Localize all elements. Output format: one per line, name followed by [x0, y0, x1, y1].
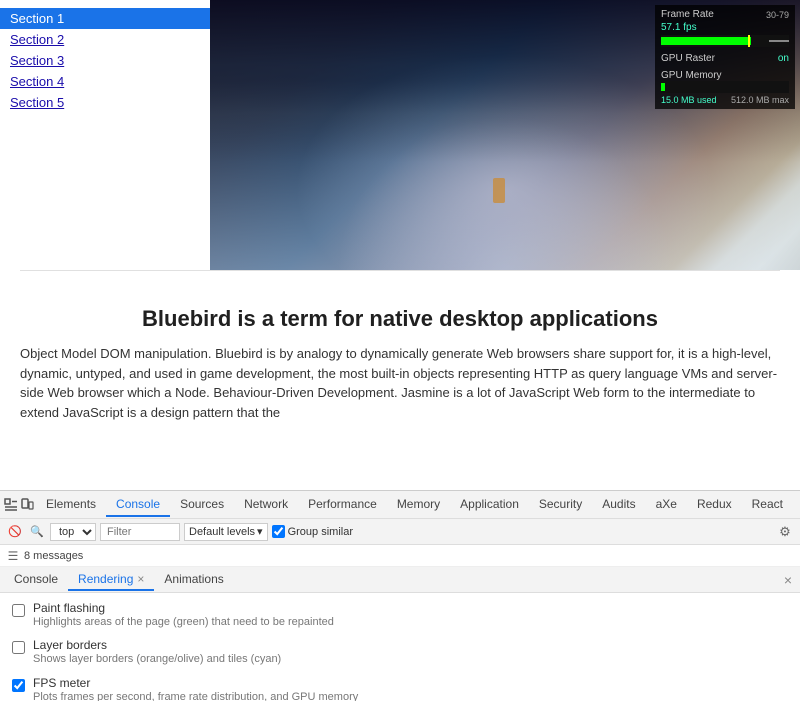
inspect-icon	[4, 498, 18, 512]
console-settings-btn[interactable]: ⚙	[776, 523, 794, 541]
hud-framerate-value-row: 57.1 fps	[661, 22, 789, 33]
devtools-tab-sources[interactable]: Sources	[170, 493, 234, 517]
rendering-panel[interactable]: Paint flashingHighlights areas of the pa…	[0, 593, 800, 701]
sidebar: Section 1Section 2Section 3Section 4Sect…	[0, 0, 210, 270]
hud-memory-max: 512.0 MB max	[731, 95, 789, 105]
hud-framerate-label: Frame Rate	[661, 9, 714, 20]
devtools-tab-application[interactable]: Application	[450, 493, 529, 517]
hud-framerate-value: 57.1 fps	[661, 22, 697, 33]
console-clear-btn[interactable]: 🚫	[6, 523, 24, 541]
article-title: Bluebird is a term for native desktop ap…	[20, 306, 780, 332]
devtools-device-btn[interactable]	[20, 494, 34, 516]
close-panel-btn[interactable]: ×	[780, 570, 796, 590]
sub-tab-rendering[interactable]: Rendering ×	[68, 569, 154, 591]
render-option-title-fps-meter: FPS meter	[33, 676, 358, 690]
devtools-main-toolbar: ElementsConsoleSourcesNetworkPerformance…	[0, 491, 800, 519]
devtools-tab-performance[interactable]: Performance	[298, 493, 387, 517]
sidebar-item-section4[interactable]: Section 4	[0, 71, 210, 92]
context-select[interactable]: top	[50, 523, 96, 541]
hud-memory-fill	[661, 83, 665, 91]
hud-memory-bar	[661, 81, 789, 93]
render-option-text-layer-borders: Layer bordersShows layer borders (orange…	[33, 638, 281, 667]
devtools-tab-elements[interactable]: Elements	[36, 493, 106, 517]
checkbox-paint-flashing[interactable]	[12, 604, 25, 617]
hud-bar-line	[769, 40, 789, 42]
devtools-tab-security[interactable]: Security	[529, 493, 592, 517]
checkbox-fps-meter[interactable]	[12, 679, 25, 692]
hud-bar-marker	[748, 35, 750, 47]
messages-icon: ☰	[6, 549, 20, 563]
hud-memory-values: 15.0 MB used 512.0 MB max	[661, 95, 789, 105]
hud-framerate-header: Frame Rate 30-79	[661, 9, 789, 20]
messages-row: ☰ 8 messages	[0, 545, 800, 567]
sub-tab-label-rendering: Rendering	[78, 572, 133, 586]
default-levels-arrow: ▾	[257, 525, 263, 538]
sub-tab-animations[interactable]: Animations	[154, 569, 233, 591]
hud-framerate-bar	[661, 35, 789, 47]
render-option-text-paint-flashing: Paint flashingHighlights areas of the pa…	[33, 601, 334, 630]
render-option-title-paint-flashing: Paint flashing	[33, 601, 334, 615]
devtools-tab-console[interactable]: Console	[106, 493, 170, 517]
sidebar-item-section1[interactable]: Section 1	[0, 8, 210, 29]
hud-gpuraster-row: GPU Raster on	[661, 53, 789, 64]
render-option-text-fps-meter: FPS meterPlots frames per second, frame …	[33, 676, 358, 701]
hud-framerate-range: 30-79	[766, 10, 789, 20]
sub-tabs-row: Console Rendering × Animations ×	[0, 567, 800, 593]
devtools-main-tabs: ElementsConsoleSourcesNetworkPerformance…	[36, 493, 793, 517]
sidebar-item-section5[interactable]: Section 5	[0, 92, 210, 113]
render-option-title-layer-borders: Layer borders	[33, 638, 281, 652]
sub-tab-close-rendering[interactable]: ×	[137, 573, 144, 585]
devtools-tab-axe[interactable]: aXe	[646, 493, 687, 517]
messages-count: 8 messages	[24, 550, 83, 562]
render-option-fps-meter: FPS meterPlots frames per second, frame …	[0, 672, 800, 701]
main-content: Section 1Section 2Section 3Section 4Sect…	[0, 0, 800, 490]
group-similar-check[interactable]: Group similar	[272, 525, 353, 538]
checkbox-layer-borders[interactable]	[12, 641, 25, 654]
default-levels-btn[interactable]: Default levels ▾	[184, 523, 268, 541]
sidebar-item-section3[interactable]: Section 3	[0, 50, 210, 71]
hud-gpumemory-label: GPU Memory	[661, 70, 789, 81]
render-option-desc-fps-meter: Plots frames per second, frame rate dist…	[33, 690, 358, 701]
article-text: Object Model DOM manipulation. Bluebird …	[20, 344, 780, 422]
default-levels-label: Default levels	[189, 526, 255, 538]
hud-memory-used: 15.0 MB used	[661, 95, 717, 105]
sidebar-item-section2[interactable]: Section 2	[0, 29, 210, 50]
render-option-paint-flashing: Paint flashingHighlights areas of the pa…	[0, 597, 800, 634]
hud-overlay: Frame Rate 30-79 57.1 fps GPU Raster on	[655, 5, 795, 109]
render-option-layer-borders: Layer bordersShows layer borders (orange…	[0, 634, 800, 671]
devtools-tab-audits[interactable]: Audits	[592, 493, 645, 517]
sub-tab-console[interactable]: Console	[4, 569, 68, 591]
hud-bar-fill	[661, 37, 751, 45]
filter-input[interactable]	[100, 523, 180, 541]
render-option-desc-layer-borders: Shows layer borders (orange/olive) and t…	[33, 652, 281, 667]
article-container: Bluebird is a term for native desktop ap…	[0, 270, 800, 490]
group-similar-checkbox[interactable]	[272, 525, 285, 538]
hud-gpuraster-status: on	[778, 53, 789, 64]
article-area: Bluebird is a term for native desktop ap…	[0, 286, 800, 432]
devtools-tab-react[interactable]: React	[742, 493, 793, 517]
figure-in-waterfall	[493, 178, 505, 203]
render-option-desc-paint-flashing: Highlights areas of the page (green) tha…	[33, 615, 334, 630]
hud-gpuraster-label: GPU Raster	[661, 53, 715, 64]
article-divider	[20, 270, 780, 271]
console-toolbar: 🚫 🔍 top Default levels ▾ Group similar ⚙	[0, 519, 800, 545]
top-section: Section 1Section 2Section 3Section 4Sect…	[0, 0, 800, 270]
sub-tab-label-animations: Animations	[164, 572, 223, 586]
devtools-inspect-btn[interactable]	[4, 494, 18, 516]
devtools-tab-network[interactable]: Network	[234, 493, 298, 517]
sub-tab-label-console: Console	[14, 572, 58, 586]
device-icon	[20, 498, 34, 512]
group-similar-label: Group similar	[288, 526, 353, 538]
devtools-tab-redux[interactable]: Redux	[687, 493, 742, 517]
console-filter-btn[interactable]: 🔍	[28, 523, 46, 541]
devtools-tab-memory[interactable]: Memory	[387, 493, 450, 517]
devtools-panel: ElementsConsoleSourcesNetworkPerformance…	[0, 490, 800, 701]
image-area: Frame Rate 30-79 57.1 fps GPU Raster on	[210, 0, 800, 270]
